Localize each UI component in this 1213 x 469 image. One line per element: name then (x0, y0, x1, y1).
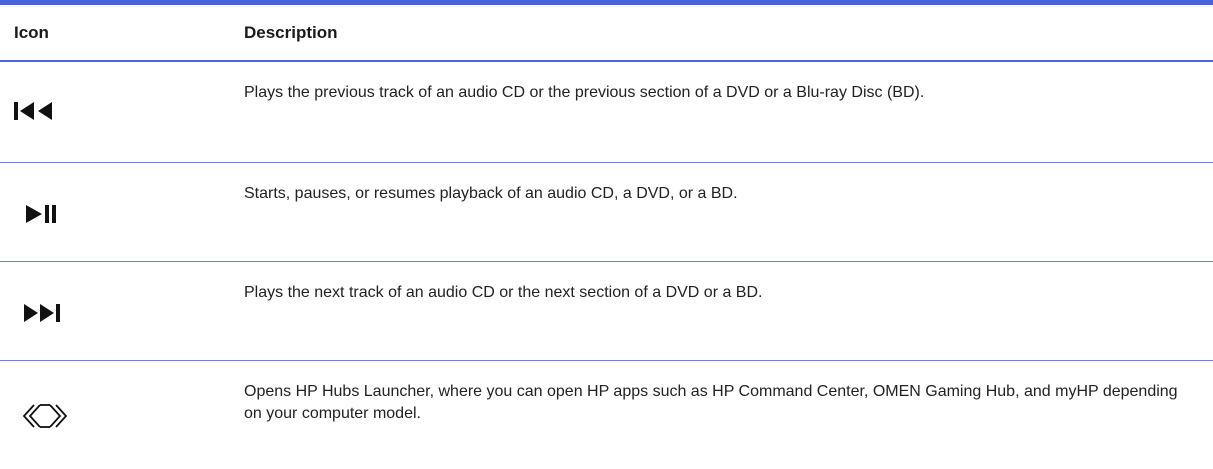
hp-hubs-launcher-icon (22, 404, 68, 428)
row-description: Plays the previous track of an audio CD … (244, 84, 925, 101)
row-description: Plays the next track of an audio CD or t… (244, 284, 763, 301)
row-description: Opens HP Hubs Launcher, where you can op… (244, 383, 1178, 422)
table-row: Plays the previous track of an audio CD … (0, 62, 1213, 163)
icon-cell (0, 163, 230, 261)
icon-cell (0, 62, 230, 162)
play-pause-icon (26, 205, 56, 223)
table-row: Opens HP Hubs Launcher, where you can op… (0, 361, 1213, 464)
media-keys-table: Icon Description Plays the previous trac… (0, 0, 1213, 464)
table-row: Plays the next track of an audio CD or t… (0, 262, 1213, 361)
icon-cell (0, 361, 230, 464)
previous-track-icon (14, 102, 52, 120)
table-row: Starts, pauses, or resumes playback of a… (0, 163, 1213, 262)
table-header: Icon Description (0, 5, 1213, 62)
icon-cell (0, 262, 230, 360)
column-header-icon: Icon (14, 23, 49, 42)
row-description: Starts, pauses, or resumes playback of a… (244, 185, 738, 202)
next-track-icon (24, 304, 60, 322)
column-header-description: Description (244, 23, 338, 42)
